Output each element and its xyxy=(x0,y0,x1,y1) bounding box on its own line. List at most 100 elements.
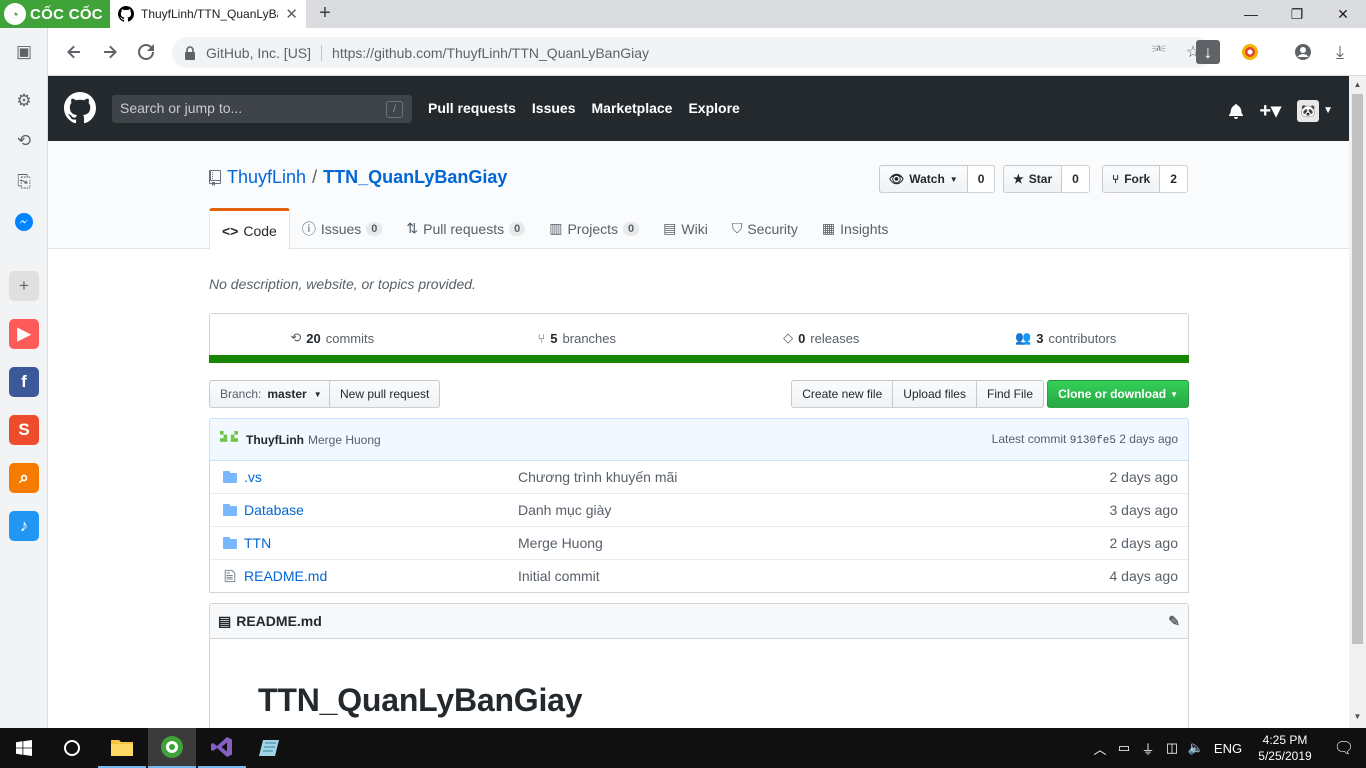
browser-tab[interactable]: ThuyfLinh/TTN_QuanLyBa ✕ xyxy=(110,0,306,28)
add-app-icon[interactable]: + xyxy=(9,271,39,301)
watch-group: 👁 Watch ▼ 0 xyxy=(879,165,996,193)
star-button[interactable]: ★ Star xyxy=(1003,165,1063,193)
nav-issues[interactable]: Issues xyxy=(532,100,576,116)
usb-icon[interactable]: ⏚ xyxy=(1136,728,1160,768)
project-icon: ▥ xyxy=(549,220,563,236)
search-input[interactable]: Search or jump to... / xyxy=(112,95,412,123)
author-avatar[interactable] xyxy=(220,430,238,449)
file-commit-message[interactable]: Danh mục giày xyxy=(518,502,1068,518)
fork-button[interactable]: ⑂ Fork xyxy=(1102,165,1161,193)
watch-caret-icon: ▼ xyxy=(949,174,958,184)
download-manager-icon[interactable]: ↓ xyxy=(1196,40,1220,64)
forward-icon[interactable] xyxy=(98,40,122,64)
downloads-sidebar-icon[interactable]: ⎘ xyxy=(9,167,39,197)
repo-owner-link[interactable]: ThuyfLinh xyxy=(227,167,306,188)
github-logo-icon[interactable] xyxy=(64,92,96,124)
tab-code[interactable]: <> Code xyxy=(209,208,290,250)
address-bar[interactable]: GitHub, Inc. [US] https://github.com/Thu… xyxy=(172,37,1212,68)
file-commit-message[interactable]: Merge Huong xyxy=(518,535,1068,551)
commit-message[interactable]: Merge Huong xyxy=(308,433,381,447)
create-new-plus-icon[interactable]: +▾ xyxy=(1259,98,1281,123)
file-name-link[interactable]: TTN xyxy=(240,535,518,551)
taskbar-clock[interactable]: 4:25 PM 5/25/2019 xyxy=(1248,732,1322,764)
watch-button[interactable]: 👁 Watch ▼ xyxy=(879,165,968,193)
download-icon[interactable]: ⤓ xyxy=(1328,40,1352,64)
tray-overflow-chevron-icon[interactable]: ︿ xyxy=(1088,728,1112,768)
fork-label: Fork xyxy=(1124,172,1151,186)
star-count[interactable]: 0 xyxy=(1062,165,1090,193)
minimize-icon[interactable]: — xyxy=(1228,0,1274,28)
clone-or-download-button[interactable]: Clone or download ▼ xyxy=(1047,380,1189,408)
reload-icon[interactable] xyxy=(134,40,158,64)
notifications-bell-icon[interactable] xyxy=(1229,103,1244,119)
file-name-link[interactable]: README.md xyxy=(240,568,518,584)
file-name-link[interactable]: .vs xyxy=(240,469,518,485)
branch-select-button[interactable]: Branch: master ▼ xyxy=(209,380,333,408)
account-icon[interactable] xyxy=(1291,40,1315,64)
tab-security[interactable]: ⛉ Security xyxy=(720,208,810,249)
messenger-icon[interactable] xyxy=(9,207,39,237)
tab-close-icon[interactable]: ✕ xyxy=(285,5,298,23)
watch-count[interactable]: 0 xyxy=(967,165,996,193)
tab-wiki[interactable]: ▤ Wiki xyxy=(651,208,720,249)
extension-icon[interactable] xyxy=(1238,40,1262,64)
file-icon xyxy=(210,569,240,583)
pencil-icon[interactable]: ✎ xyxy=(1168,613,1180,630)
windows-start-icon[interactable] xyxy=(0,728,48,768)
file-commit-message[interactable]: Initial commit xyxy=(518,568,1068,584)
shopee-icon[interactable]: S xyxy=(9,415,39,445)
translate-icon[interactable]: ⎃ xyxy=(1148,41,1170,63)
volume-icon[interactable]: 🔈 xyxy=(1184,728,1208,768)
nav-explore[interactable]: Explore xyxy=(688,100,739,116)
coccoc-taskbar-icon[interactable] xyxy=(148,728,196,768)
file-name-link[interactable]: Database xyxy=(240,502,518,518)
find-file-button[interactable]: Find File xyxy=(975,380,1044,408)
new-tab-button[interactable]: + xyxy=(314,3,336,25)
language-bar[interactable] xyxy=(209,355,1189,363)
nav-pull-requests[interactable]: Pull requests xyxy=(428,100,516,116)
input-language[interactable]: ENG xyxy=(1208,728,1248,768)
star-group: ★ Star 0 xyxy=(1003,165,1090,193)
url-text[interactable]: https://github.com/ThuyfLinh/TTN_QuanLyB… xyxy=(332,45,649,61)
scrollbar-thumb[interactable] xyxy=(1352,94,1363,644)
page-scrollbar[interactable]: ▲ ▼ xyxy=(1349,76,1366,728)
scroll-up-icon[interactable]: ▲ xyxy=(1352,80,1363,92)
repo-name-link[interactable]: TTN_QuanLyBanGiay xyxy=(323,167,507,188)
branch-name: master xyxy=(267,387,307,401)
notepad-icon[interactable] xyxy=(246,728,294,768)
search-app-icon[interactable]: ⌕ xyxy=(9,463,39,493)
facebook-icon[interactable]: f xyxy=(9,367,39,397)
back-icon[interactable] xyxy=(62,40,86,64)
upload-files-button[interactable]: Upload files xyxy=(892,380,977,408)
table-row: TTN Merge Huong 2 days ago xyxy=(210,526,1188,559)
tab-issues[interactable]: ⓘ Issues 0 xyxy=(290,208,395,249)
close-window-icon[interactable]: ✕ xyxy=(1320,0,1366,28)
settings-icon[interactable]: ⚙ xyxy=(9,86,39,116)
history-icon[interactable]: ⟲ xyxy=(9,126,39,156)
nav-marketplace[interactable]: Marketplace xyxy=(592,100,673,116)
coccoc-brand[interactable]: ◔ CỐC CỐC xyxy=(0,0,110,28)
tab-insights[interactable]: ▦ Insights xyxy=(810,208,900,249)
new-pull-request-button[interactable]: New pull request xyxy=(329,380,441,408)
avatar-dropdown-caret-icon[interactable]: ▼ xyxy=(1323,105,1333,116)
file-explorer-icon[interactable] xyxy=(98,728,146,768)
task-view-icon[interactable] xyxy=(48,728,96,768)
user-avatar[interactable]: 🐼 xyxy=(1297,99,1320,122)
create-new-file-button[interactable]: Create new file xyxy=(791,380,894,408)
battery-icon[interactable]: ▭ xyxy=(1112,728,1136,768)
commit-author[interactable]: ThuyfLinh xyxy=(246,433,304,447)
file-commit-message[interactable]: Chương trình khuyến mãi xyxy=(518,469,1068,485)
watch-label: Watch xyxy=(909,172,945,186)
fork-count[interactable]: 2 xyxy=(1160,165,1188,193)
scroll-down-icon[interactable]: ▼ xyxy=(1352,712,1363,724)
restore-icon[interactable]: ❐ xyxy=(1274,0,1320,28)
commit-sha[interactable]: 9130fe5 xyxy=(1070,435,1116,447)
visual-studio-icon[interactable] xyxy=(198,728,246,768)
youtube-icon[interactable]: ▶ xyxy=(9,319,39,349)
music-app-icon[interactable]: ♪ xyxy=(9,511,39,541)
sidebar-toggle-icon[interactable]: ▣ xyxy=(9,37,39,67)
tab-pull-requests[interactable]: ⇅ Pull requests 0 xyxy=(394,208,537,249)
action-center-icon[interactable]: 🗨 xyxy=(1322,728,1366,768)
tab-projects[interactable]: ▥ Projects 0 xyxy=(537,208,651,249)
network-icon[interactable]: ◫ xyxy=(1160,728,1184,768)
